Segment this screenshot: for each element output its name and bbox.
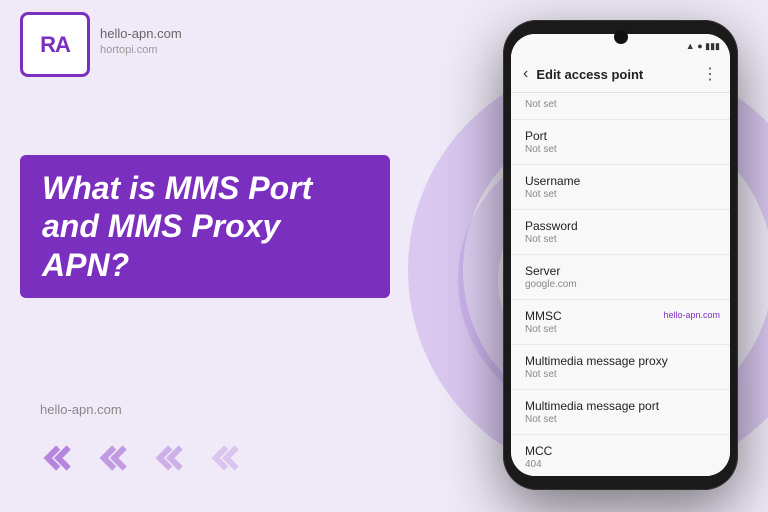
settings-label: MCC <box>525 444 716 458</box>
settings-label: Password <box>525 219 716 233</box>
settings-value: Not set <box>525 189 716 200</box>
heading-line1: What is MMS Port <box>42 169 368 207</box>
settings-label: Multimedia message proxy <box>525 354 716 368</box>
settings-item-username[interactable]: Username Not set <box>511 165 730 210</box>
chevron-3 <box>142 434 190 482</box>
settings-value: Not set <box>525 414 716 425</box>
settings-value: Not set <box>525 324 716 335</box>
phone-app-bar: ‹ Edit access point ⋮ <box>511 58 730 93</box>
settings-label: Server <box>525 264 716 278</box>
phone-frame: ▲ ● ▮▮▮ ‹ Edit access point ⋮ Not set Po… <box>503 20 738 490</box>
logo-text: RA <box>40 32 70 58</box>
settings-item-mcc[interactable]: MCC 404 <box>511 435 730 476</box>
settings-item-port[interactable]: Port Not set <box>511 120 730 165</box>
header-url2: hortopi.com <box>100 44 157 56</box>
settings-item-password[interactable]: Password Not set <box>511 210 730 255</box>
phone-screen: ▲ ● ▮▮▮ ‹ Edit access point ⋮ Not set Po… <box>511 34 730 476</box>
logo: RA <box>20 12 90 77</box>
mmsc-watermark: hello-apn.com <box>663 310 720 320</box>
settings-value: Not set <box>525 369 716 380</box>
chevrons-row <box>30 434 246 482</box>
settings-label: Port <box>525 129 716 143</box>
settings-item-mms-port[interactable]: Multimedia message port Not set <box>511 390 730 435</box>
settings-item-mmsc[interactable]: MMSC Not set hello-apn.com <box>511 300 730 345</box>
settings-label-top: Not set <box>525 99 716 110</box>
settings-item-server[interactable]: Server google.com <box>511 255 730 300</box>
phone-notch <box>614 30 628 44</box>
more-options-icon[interactable]: ⋮ <box>702 64 718 84</box>
settings-value: Not set <box>525 234 716 245</box>
chevron-4 <box>198 434 246 482</box>
header-url: hello-apn.com <box>100 26 182 41</box>
settings-item-mms-proxy[interactable]: Multimedia message proxy Not set <box>511 345 730 390</box>
phone-container: ▲ ● ▮▮▮ ‹ Edit access point ⋮ Not set Po… <box>503 20 738 490</box>
chevron-1 <box>30 434 78 482</box>
heading-line2: and MMS Proxy APN? <box>42 207 368 284</box>
settings-item-top: Not set <box>511 93 730 120</box>
status-icons: ▲ ● ▮▮▮ <box>686 41 720 52</box>
back-icon[interactable]: ‹ <box>523 65 528 83</box>
phone-screen-title: Edit access point <box>536 67 702 82</box>
bottom-url-left: hello-apn.com <box>40 402 122 417</box>
settings-label: Username <box>525 174 716 188</box>
chevron-2 <box>86 434 134 482</box>
settings-value: google.com <box>525 279 716 290</box>
phone-settings-content: Not set Port Not set Username Not set Pa… <box>511 93 730 476</box>
settings-label: Multimedia message port <box>525 399 716 413</box>
settings-value: 404 <box>525 459 716 470</box>
settings-value: Not set <box>525 144 716 155</box>
heading-block: What is MMS Port and MMS Proxy APN? <box>20 155 390 298</box>
